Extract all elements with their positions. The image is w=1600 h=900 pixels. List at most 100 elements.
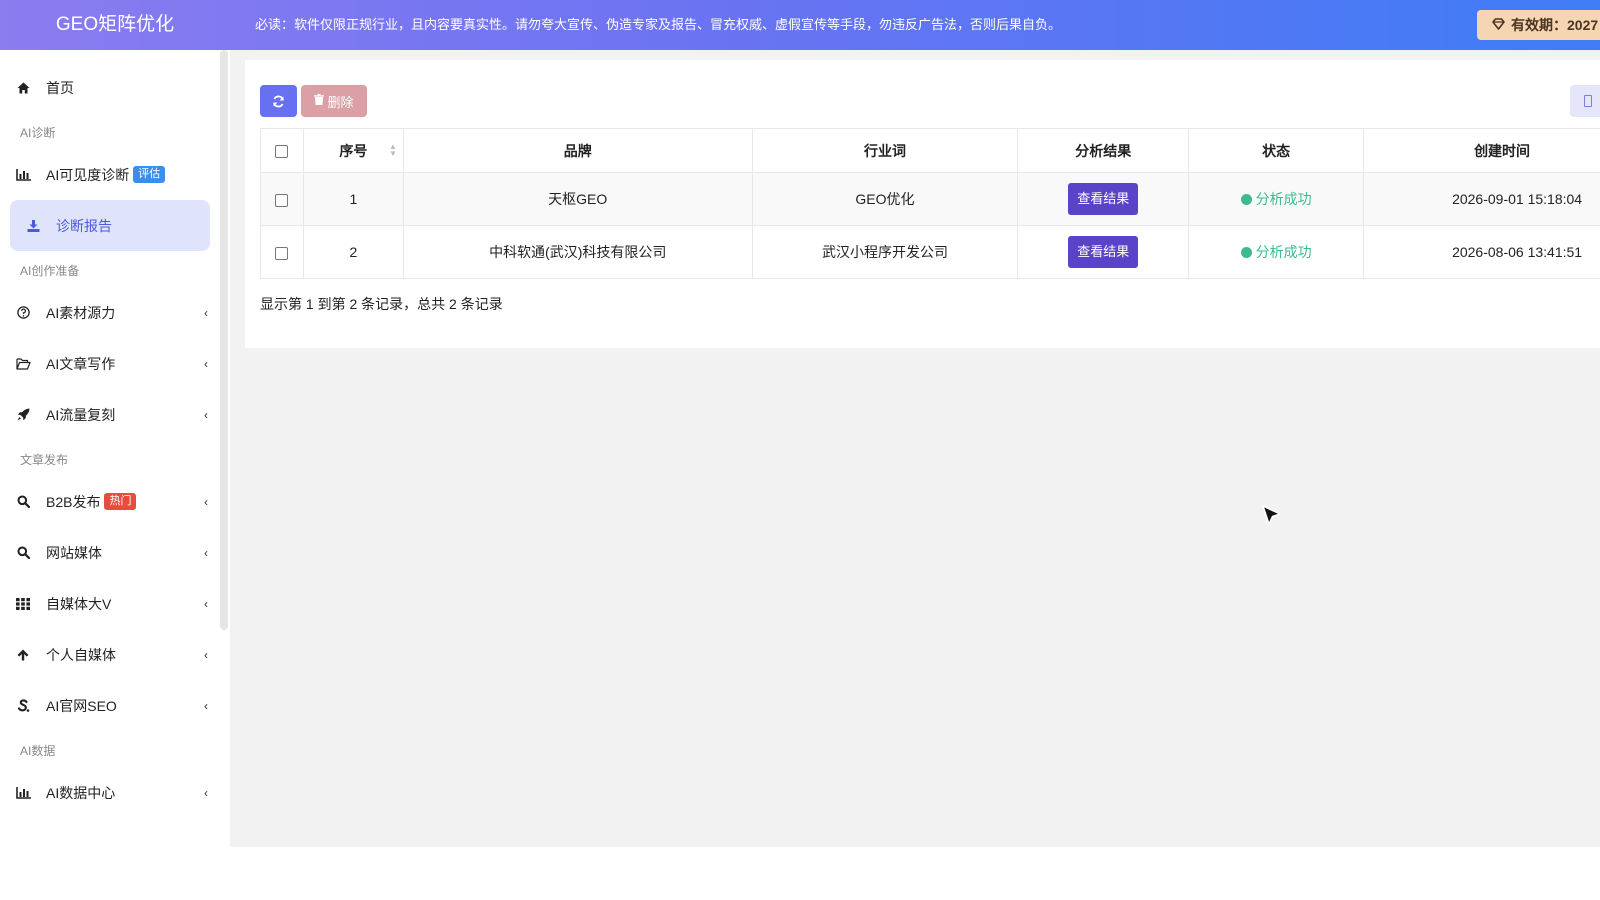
column-header-status: 状态 [1188,128,1365,173]
row-checkbox[interactable] [275,246,289,260]
sidebar-item-label: 个人自媒体 [46,646,116,663]
column-header-brand: 品牌 [402,128,753,173]
sidebar-item-bigv[interactable]: 自媒体大V ‹ [0,578,220,629]
delete-button-label: 删除 [327,94,354,110]
cell-created: 2026-09-01 15:18:04 [1363,172,1600,226]
select-all-checkbox[interactable] [275,145,289,159]
view-result-button[interactable]: 查看结果 [1068,183,1139,215]
sidebar-item-visibility[interactable]: AI可见度诊断 评估 [0,149,220,200]
badge-evaluate: 评估 [133,166,166,183]
view-result-button[interactable]: 查看结果 [1068,236,1139,268]
chevron-left-icon: ‹ [204,545,208,560]
badge-hot: 热门 [104,493,137,510]
pagination-summary: 显示第 1 到第 2 条记录，总共 2 条记录 [260,296,503,312]
cell-created: 2026-08-06 13:41:51 [1363,225,1600,279]
status-dot-icon [1240,194,1252,205]
cell-brand: 天枢GEO [402,172,753,226]
delete-button[interactable]: 删除 [301,85,367,117]
chevron-left-icon: ‹ [204,785,208,800]
section-title-diagnose: AI诊断 [20,126,56,140]
chevron-left-icon: ‹ [204,596,208,611]
columns-icon [1584,95,1592,107]
cell-brand: 中科软通(武汉)科技有限公司 [402,225,753,279]
select-all-cell [260,128,304,173]
cell-result: 查看结果 [1017,172,1190,226]
row-checkbox[interactable] [275,193,289,207]
question-circle-icon [14,306,32,319]
search-icon [14,546,32,559]
row-select-cell [260,172,304,226]
sidebar-item-label: 诊断报告 [56,217,112,234]
sidebar-item-label: AI官网SEO [46,697,117,714]
table-header-row: 序号 ▲ ▼ 品牌 行业词 分析结果 状态 创建时间 [260,128,1600,173]
table-row: 2 中科软通(武汉)科技有限公司 武汉小程序开发公司 查看结果 分析成功 202… [260,225,1600,279]
column-header-created: 创建时间 [1363,128,1600,173]
bar-chart-icon [14,786,32,799]
sidebar-item-label: B2B发布 [46,493,101,510]
section-title-data: AI数据 [20,744,56,758]
sidebar-item-website[interactable]: 网站媒体 ‹ [0,527,220,578]
sidebar-item-personal[interactable]: 个人自媒体 ‹ [0,629,220,680]
arrow-up-icon [14,649,32,661]
download-icon [24,219,42,232]
sidebar-item-label: AI文章写作 [46,355,116,372]
sidebar-item-label: 首页 [46,79,74,96]
home-icon [14,82,32,94]
rocket-icon [14,408,32,421]
sidebar-item-label: 网站媒体 [46,544,102,561]
main-content: 删除 序号 ▲ ▼ 品牌 行业词 分析结果 状态 创建时间 1 天枢GEO GE… [230,50,1600,847]
search-icon [14,495,32,508]
cell-status: 分析成功 [1188,225,1365,279]
sidebar-item-material[interactable]: AI素材源力 ‹ [0,287,220,338]
refresh-icon [273,95,284,107]
sidebar-item-label: AI流量复刻 [46,406,116,423]
sidebar-item-label: AI数据中心 [46,784,116,801]
chevron-left-icon: ‹ [204,407,208,422]
chevron-left-icon: ‹ [204,305,208,320]
brand-logo[interactable]: GEO矩阵优化 [0,0,230,50]
column-header-index[interactable]: 序号 ▲ ▼ [302,128,404,173]
chevron-left-icon: ‹ [204,356,208,371]
table-panel: 删除 序号 ▲ ▼ 品牌 行业词 分析结果 状态 创建时间 1 天枢GEO GE… [245,60,1600,348]
cell-index: 2 [302,225,404,279]
sidebar-item-report[interactable]: 诊断报告 [10,200,210,251]
sidebar-item-home[interactable]: 首页 [0,62,220,113]
mouse-cursor-icon [1260,504,1284,533]
section-title-publish: 文章发布 [20,453,69,467]
notice-text: 必读：软件仅限正规行业，且内容要真实性。请勿夸大宣传、伪造专家及报告、冒充权威、… [255,17,1062,32]
columns-button[interactable] [1570,85,1600,117]
cell-index: 1 [302,172,404,226]
table-row: 1 天枢GEO GEO优化 查看结果 分析成功 2026-09-01 15:18… [260,172,1600,226]
sidebar-item-seo[interactable]: AI官网SEO ‹ [0,680,220,731]
seo-s-icon [14,698,32,713]
trash-icon [314,94,325,108]
expiry-badge[interactable]: 有效期：2027 [1477,10,1600,40]
status-dot-icon [1240,247,1252,258]
column-header-result: 分析结果 [1017,128,1190,173]
diamond-icon [1491,10,1505,40]
grid-icon [14,597,32,610]
sidebar-item-label: AI可见度诊断 [46,166,130,183]
sidebar-item-label: AI素材源力 [46,304,116,321]
sidebar-item-datacenter[interactable]: AI数据中心 ‹ [0,767,220,818]
cell-keyword: 武汉小程序开发公司 [751,225,1019,279]
chevron-left-icon: ‹ [204,698,208,713]
section-title-prepare: AI创作准备 [20,264,80,278]
sidebar-item-b2b[interactable]: B2B发布 热门 ‹ [0,476,220,527]
sidebar: 首页 AI诊断 AI可见度诊断 评估 诊断报告 AI创作准备 AI素材源力 ‹ … [0,50,220,850]
top-bar: GEO矩阵优化 必读：软件仅限正规行业，且内容要真实性。请勿夸大宣传、伪造专家及… [0,0,1600,50]
status-badge: 分析成功 [1240,191,1312,207]
folder-open-icon [14,357,32,370]
expiry-text: 有效期：2027 [1511,17,1599,33]
chevron-left-icon: ‹ [204,494,208,509]
cell-result: 查看结果 [1017,225,1190,279]
sidebar-item-traffic[interactable]: AI流量复刻 ‹ [0,389,220,440]
sidebar-scrollbar[interactable] [220,50,228,630]
refresh-button[interactable] [260,85,297,117]
report-table: 序号 ▲ ▼ 品牌 行业词 分析结果 状态 创建时间 1 天枢GEO GEO优化 查… [260,128,1600,279]
sidebar-item-writing[interactable]: AI文章写作 ‹ [0,338,220,389]
column-header-keyword: 行业词 [751,128,1019,173]
status-badge: 分析成功 [1240,244,1312,260]
sort-icon: ▲ ▼ [388,142,397,158]
sidebar-item-label: 自媒体大V [46,595,112,612]
